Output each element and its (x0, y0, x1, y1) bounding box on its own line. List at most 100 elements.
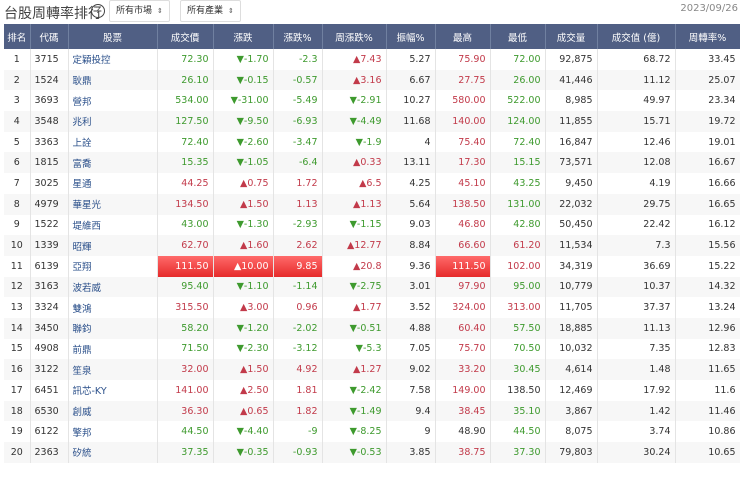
cell-name[interactable]: 富喬 (68, 152, 158, 174)
table-row[interactable]: 17 6451 訊芯-KY 141.00 ▲2.50 1.81 ▼-2.42 7.58 149.… (4, 380, 740, 401)
cell-name[interactable]: 堤維西 (68, 214, 158, 236)
table-row[interactable]: 7 3025 星通 44.25 ▲0.75 1.72 ▲6.5 4.25 45.10 43.25 9… (4, 173, 740, 194)
cell-name[interactable]: 耿鼎 (68, 69, 158, 91)
cell-code[interactable]: 3163 (30, 276, 69, 298)
cell-code[interactable]: 3715 (30, 49, 69, 70)
table-row[interactable]: 11 6139 亞翔 111.50 ▲10.00 9.85 ▲20.8 9.36 111.50 1… (4, 255, 740, 277)
cell-vol: 79,803 (545, 442, 598, 463)
cell-code[interactable]: 3450 (30, 317, 69, 339)
cell-name[interactable]: 定穎投控 (68, 49, 158, 70)
table-row[interactable]: 16 3122 笙泉 32.00 ▲1.50 4.92 ▲1.27 9.02 33.20 30.4… (4, 359, 740, 380)
cell-code[interactable]: 2363 (30, 442, 69, 463)
cell-name[interactable]: 星通 (68, 173, 158, 194)
cell-code[interactable]: 6451 (30, 380, 69, 401)
column-header[interactable]: 成交價 (157, 24, 214, 49)
table-row[interactable]: 12 3163 波若威 95.40 ▼-1.10 -1.14 ▼-2.75 3.01 97.90… (4, 276, 740, 298)
cell-name[interactable]: 笙泉 (68, 359, 158, 380)
cell-code[interactable]: 6139 (30, 255, 69, 277)
cell-name[interactable]: 矽統 (68, 442, 158, 463)
column-header[interactable]: 最高 (435, 24, 491, 49)
cell-name[interactable]: 營邦 (68, 90, 158, 112)
column-header[interactable]: 漲跌% (273, 24, 323, 49)
cell-chg: ▲0.75 (213, 173, 274, 194)
table-row[interactable]: 9 1522 堤維西 43.00 ▼-1.30 -2.93 ▼-1.15 9.03 46.80 4… (4, 214, 740, 236)
cell-low: 102.00 (490, 255, 546, 277)
column-header[interactable]: 周漲跌% (322, 24, 387, 49)
cell-code[interactable]: 3693 (30, 90, 69, 112)
cell-chg: ▼-1.70 (213, 49, 274, 70)
cell-val: 36.69 (597, 255, 676, 277)
table-row[interactable]: 15 4908 前鼎 71.50 ▼-2.30 -3.12 ▼-5.3 7.05 75.70 70… (4, 338, 740, 360)
cell-code[interactable]: 4979 (30, 193, 69, 215)
table-row[interactable]: 2 1524 耿鼎 26.10 ▼-0.15 -0.57 ▲3.16 6.67 27.75 26.… (4, 69, 740, 91)
cell-amp: 9.02 (386, 359, 436, 380)
cell-amp: 4 (386, 131, 436, 153)
cell-turn: 16.65 (675, 193, 740, 215)
cell-code[interactable]: 6530 (30, 400, 69, 422)
cell-code[interactable]: 1339 (30, 235, 69, 256)
table-row[interactable]: 8 4979 華星光 134.50 ▲1.50 1.13 ▲1.13 5.64 138.50 13… (4, 193, 740, 215)
cell-amp: 4.88 (386, 317, 436, 339)
cell-low: 44.50 (490, 421, 546, 443)
cell-name[interactable]: 昭輝 (68, 235, 158, 256)
cell-name[interactable]: 前鼎 (68, 338, 158, 360)
column-header[interactable]: 排名 (4, 24, 31, 49)
cell-name[interactable]: 創威 (68, 400, 158, 422)
cell-name[interactable]: 聯鈞 (68, 317, 158, 339)
table-row[interactable]: 6 1815 富喬 15.35 ▼-1.05 -6.4 ▲0.33 13.11 17.30 15.… (4, 152, 740, 174)
table-row[interactable]: 14 3450 聯鈞 58.20 ▼-1.20 -2.02 ▼-0.51 4.88 60.40 5… (4, 317, 740, 339)
cell-code[interactable]: 6122 (30, 421, 69, 443)
cell-name[interactable]: 訊芯-KY (68, 380, 158, 401)
table-row[interactable]: 4 3548 兆利 127.50 ▼-9.50 -6.93 ▼-4.49 11.68 140.0… (4, 111, 740, 132)
cell-name[interactable]: 亞翔 (68, 255, 158, 277)
cell-pct: 1.82 (273, 400, 323, 422)
column-header[interactable]: 股票 (68, 24, 158, 49)
cell-code[interactable]: 3025 (30, 173, 69, 194)
table-row[interactable]: 13 3324 雙鴻 315.50 ▲3.00 0.96 ▲1.77 3.52 324.00 31… (4, 297, 740, 318)
cell-code[interactable]: 3122 (30, 359, 69, 380)
industry-select[interactable]: 所有產業 ⇕ (180, 0, 241, 22)
table-row[interactable]: 3 3693 營邦 534.00 ▼-31.00 -5.49 ▼-2.91 10.27 580.… (4, 90, 740, 112)
table-row[interactable]: 10 1339 昭輝 62.70 ▲1.60 2.62 ▲12.77 8.84 66.60 61.… (4, 235, 740, 256)
cell-amp: 9.4 (386, 400, 436, 422)
cell-code[interactable]: 1522 (30, 214, 69, 236)
column-header[interactable]: 最低 (490, 24, 546, 49)
help-icon[interactable]: ? (91, 4, 105, 18)
cell-name[interactable]: 上詮 (68, 131, 158, 153)
cell-price: 141.00 (157, 380, 214, 401)
cell-chg: ▲1.50 (213, 359, 274, 380)
cell-code[interactable]: 4908 (30, 338, 69, 360)
column-header[interactable]: 漲跌 (213, 24, 274, 49)
cell-name[interactable]: 華星光 (68, 193, 158, 215)
cell-code[interactable]: 1815 (30, 152, 69, 174)
cell-code[interactable]: 3363 (30, 131, 69, 153)
industry-select-label: 所有產業 (187, 6, 224, 16)
table-row[interactable]: 19 6122 擎邦 44.50 ▼-4.40 -9 ▼-8.25 9 48.90 44.50 8,… (4, 421, 740, 443)
cell-amp: 11.68 (386, 111, 436, 132)
table-row[interactable]: 18 6530 創威 36.30 ▲0.65 1.82 ▼-1.49 9.4 38.45 35.1… (4, 400, 740, 422)
column-header[interactable]: 成交值 (億) (597, 24, 676, 49)
table-row[interactable]: 5 3363 上詮 72.40 ▼-2.60 -3.47 ▼-1.9 4 75.40 72.40 1… (4, 131, 740, 153)
cell-wk: ▲6.5 (322, 173, 387, 194)
cell-name[interactable]: 兆利 (68, 111, 158, 132)
cell-name[interactable]: 波若威 (68, 276, 158, 298)
cell-chg: ▼-9.50 (213, 111, 274, 132)
turnover-ranking-table: 排名 代碼 股票 成交價 漲跌 漲跌% 周漲跌% 振幅% 最高 最低 成交量 成交值 (億) 周轉率% … (4, 24, 740, 463)
market-select[interactable]: 所有市場 ⇕ (109, 0, 170, 22)
cell-name[interactable]: 擎邦 (68, 421, 158, 443)
cell-code[interactable]: 3548 (30, 111, 69, 132)
table-row[interactable]: 1 3715 定穎投控 72.30 ▼-1.70 -2.3 ▲7.43 5.27 75.90 72… (4, 49, 740, 70)
column-header[interactable]: 代碼 (30, 24, 69, 49)
cell-chg: ▲1.60 (213, 235, 274, 256)
cell-turn: 15.56 (675, 235, 740, 256)
column-header[interactable]: 周轉率% (675, 24, 740, 49)
table-row[interactable]: 20 2363 矽統 37.35 ▼-0.35 -0.93 ▼-0.53 3.85 38.75 3… (4, 442, 740, 463)
cell-code[interactable]: 3324 (30, 297, 69, 318)
cell-name[interactable]: 雙鴻 (68, 297, 158, 318)
cell-vol: 11,705 (545, 297, 598, 318)
column-header[interactable]: 振幅% (386, 24, 436, 49)
cell-wk: ▼-2.91 (322, 90, 387, 112)
cell-code[interactable]: 1524 (30, 69, 69, 91)
cell-high: 38.75 (435, 442, 491, 463)
column-header[interactable]: 成交量 (545, 24, 598, 49)
